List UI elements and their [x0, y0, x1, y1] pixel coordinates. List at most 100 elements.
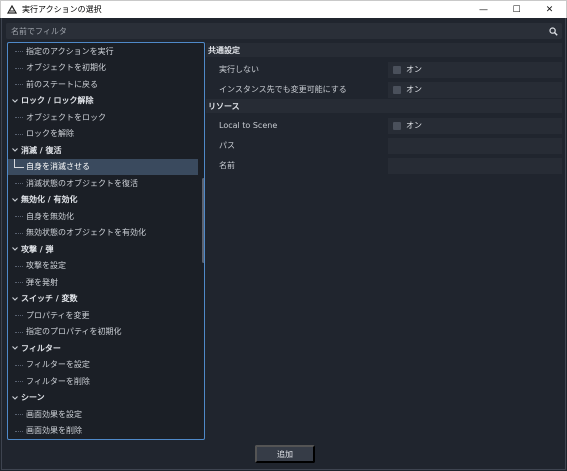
search-icon[interactable] — [546, 24, 560, 38]
prop-row-disable: 実行しない オン — [206, 61, 562, 78]
name-field[interactable] — [388, 157, 562, 174]
tree-item-label: 消滅状態のオブジェクトを復活 — [26, 178, 138, 188]
add-button[interactable]: 追加 — [255, 445, 315, 463]
section-header-common[interactable]: 共通設定 — [206, 43, 562, 57]
tree-item[interactable]: 自身を消滅させる — [8, 158, 198, 175]
tree-item[interactable]: 攻撃を設定 — [8, 258, 198, 275]
close-button[interactable]: ✕ — [533, 1, 566, 19]
tree-item[interactable]: オブジェクトをロック — [8, 109, 198, 126]
window-title: 実行アクションの選択 — [22, 5, 102, 14]
tree-item[interactable]: 画面効果を削除 — [8, 423, 198, 440]
tree-item-label: 無効化 / 有効化 — [21, 195, 78, 205]
tree-guide-line — [15, 84, 23, 85]
tree-item[interactable]: 前のステートに戻る — [8, 76, 198, 93]
tree-item-label: 自身を無効化 — [26, 211, 74, 221]
maximize-button[interactable]: ☐ — [500, 1, 533, 19]
chevron-down-icon[interactable] — [11, 196, 19, 204]
tree-item[interactable]: オブジェクトを初期化 — [8, 60, 198, 77]
tree-item-label: 消滅 / 復活 — [21, 145, 62, 155]
tree-guide-line — [15, 430, 23, 432]
checkbox-icon[interactable] — [393, 85, 401, 94]
tree-guide-line — [15, 232, 23, 234]
tree-item[interactable]: フィルターを削除 — [8, 373, 198, 390]
prop-row-path: パス — [206, 137, 562, 154]
prop-row-editable-instance: インスタンス先でも変更可能にする オン — [206, 81, 562, 98]
path-field[interactable] — [388, 137, 562, 154]
chevron-down-icon[interactable] — [11, 344, 19, 352]
tree-item[interactable]: ロックを解除 — [8, 126, 198, 143]
tree-item-label: 前のステートに戻る — [26, 79, 98, 89]
tree-guide-line — [15, 282, 23, 283]
chevron-down-icon[interactable] — [11, 146, 19, 154]
tree-guide-line — [15, 381, 23, 382]
tree-guide-line — [15, 364, 23, 366]
tree-category[interactable]: フィルター — [8, 340, 198, 357]
tree-item-label: 無効状態のオブジェクトを有効化 — [26, 228, 146, 238]
minimize-button[interactable]: — — [467, 1, 500, 19]
tree-category[interactable]: スイッチ / 変数 — [8, 291, 198, 308]
disable-checkbox[interactable]: オン — [388, 61, 562, 78]
tree-guide-line — [15, 331, 23, 333]
tree-category[interactable]: ロック / ロック解除 — [8, 93, 198, 110]
tree-item[interactable]: フィルターを設定 — [8, 357, 198, 374]
tree-item-label: ロック / ロック解除 — [21, 96, 94, 106]
dialog-body: 指定のアクションを実行オブジェクトを初期化前のステートに戻るロック / ロック解… — [1, 18, 566, 470]
filter-input[interactable] — [6, 26, 546, 36]
tree-item[interactable]: プロパティを変更 — [8, 307, 198, 324]
action-tree-list: 指定のアクションを実行オブジェクトを初期化前のステートに戻るロック / ロック解… — [8, 43, 198, 439]
tree-item-label: 指定のアクションを実行 — [26, 46, 114, 56]
checkbox-label: オン — [406, 65, 422, 74]
tree-guide-line — [14, 166, 24, 168]
tree-guide-line — [15, 133, 23, 135]
chevron-down-icon[interactable] — [11, 97, 19, 105]
tree-item[interactable]: 指定のアクションを実行 — [8, 43, 198, 60]
tree-item[interactable]: 消滅状態のオブジェクトを復活 — [8, 175, 198, 192]
tree-item-label: 自身を消滅させる — [26, 162, 90, 172]
tree-category[interactable]: 攻撃 / 弾 — [8, 241, 198, 258]
tree-item[interactable]: 画面効果を設定 — [8, 406, 198, 423]
prop-label: 実行しない — [219, 65, 259, 74]
prop-label: パス — [219, 141, 235, 150]
tree-item-label: フィルターを設定 — [26, 360, 90, 370]
tree-category[interactable]: 消滅 / 復活 — [8, 142, 198, 159]
tree-item[interactable]: 自身を無効化 — [8, 208, 198, 225]
tree-item-label: 指定のプロパティを初期化 — [26, 327, 122, 337]
checkbox-icon[interactable] — [393, 65, 401, 74]
tree-item[interactable]: 弾を発射 — [8, 274, 198, 291]
tree-item-label: 画面効果を設定 — [26, 409, 82, 419]
tree-item-label: スイッチ / 変数 — [21, 294, 78, 304]
prop-row-name: 名前 — [206, 157, 562, 174]
action-tree[interactable]: 指定のアクションを実行オブジェクトを初期化前のステートに戻るロック / ロック解… — [7, 42, 205, 440]
chevron-down-icon[interactable] — [11, 245, 19, 253]
tree-guide-line — [15, 67, 23, 69]
minimize-icon: — — [479, 4, 488, 15]
tree-item-label: プロパティを変更 — [26, 310, 90, 320]
tree-guide-line — [15, 265, 23, 267]
editable-instance-checkbox[interactable]: オン — [388, 81, 562, 98]
tree-item-label: オブジェクトをロック — [26, 112, 106, 122]
chevron-down-icon[interactable] — [11, 394, 19, 402]
tree-guide-line — [15, 117, 23, 118]
tree-category[interactable]: 無効化 / 有効化 — [8, 192, 198, 209]
checkbox-label: オン — [406, 121, 422, 130]
tree-item-label: シーン — [21, 393, 45, 403]
tree-item[interactable]: 指定のプロパティを初期化 — [8, 324, 198, 341]
tree-guide-line — [15, 315, 23, 316]
chevron-down-icon[interactable] — [11, 295, 19, 303]
tree-item[interactable]: 無効状態のオブジェクトを有効化 — [8, 225, 198, 242]
tree-item-label: ロックを解除 — [26, 129, 74, 139]
tree-item-label: 攻撃 / 弾 — [21, 244, 54, 254]
prop-label: Local to Scene — [219, 121, 278, 130]
filter-bar — [6, 23, 562, 39]
section-header-resource[interactable]: リソース — [206, 99, 562, 113]
tree-scrollbar[interactable] — [202, 178, 204, 263]
checkbox-icon[interactable] — [393, 121, 401, 130]
tree-item-label: フィルター — [21, 343, 61, 353]
prop-label: 名前 — [219, 161, 235, 170]
tree-item-label: 攻撃を設定 — [26, 261, 66, 271]
checkbox-label: オン — [406, 85, 422, 94]
tree-category[interactable]: シーン — [8, 390, 198, 407]
tree-guide-line — [15, 216, 23, 217]
tree-item-label: 画面効果を削除 — [26, 426, 82, 436]
local-to-scene-checkbox[interactable]: オン — [388, 117, 562, 134]
